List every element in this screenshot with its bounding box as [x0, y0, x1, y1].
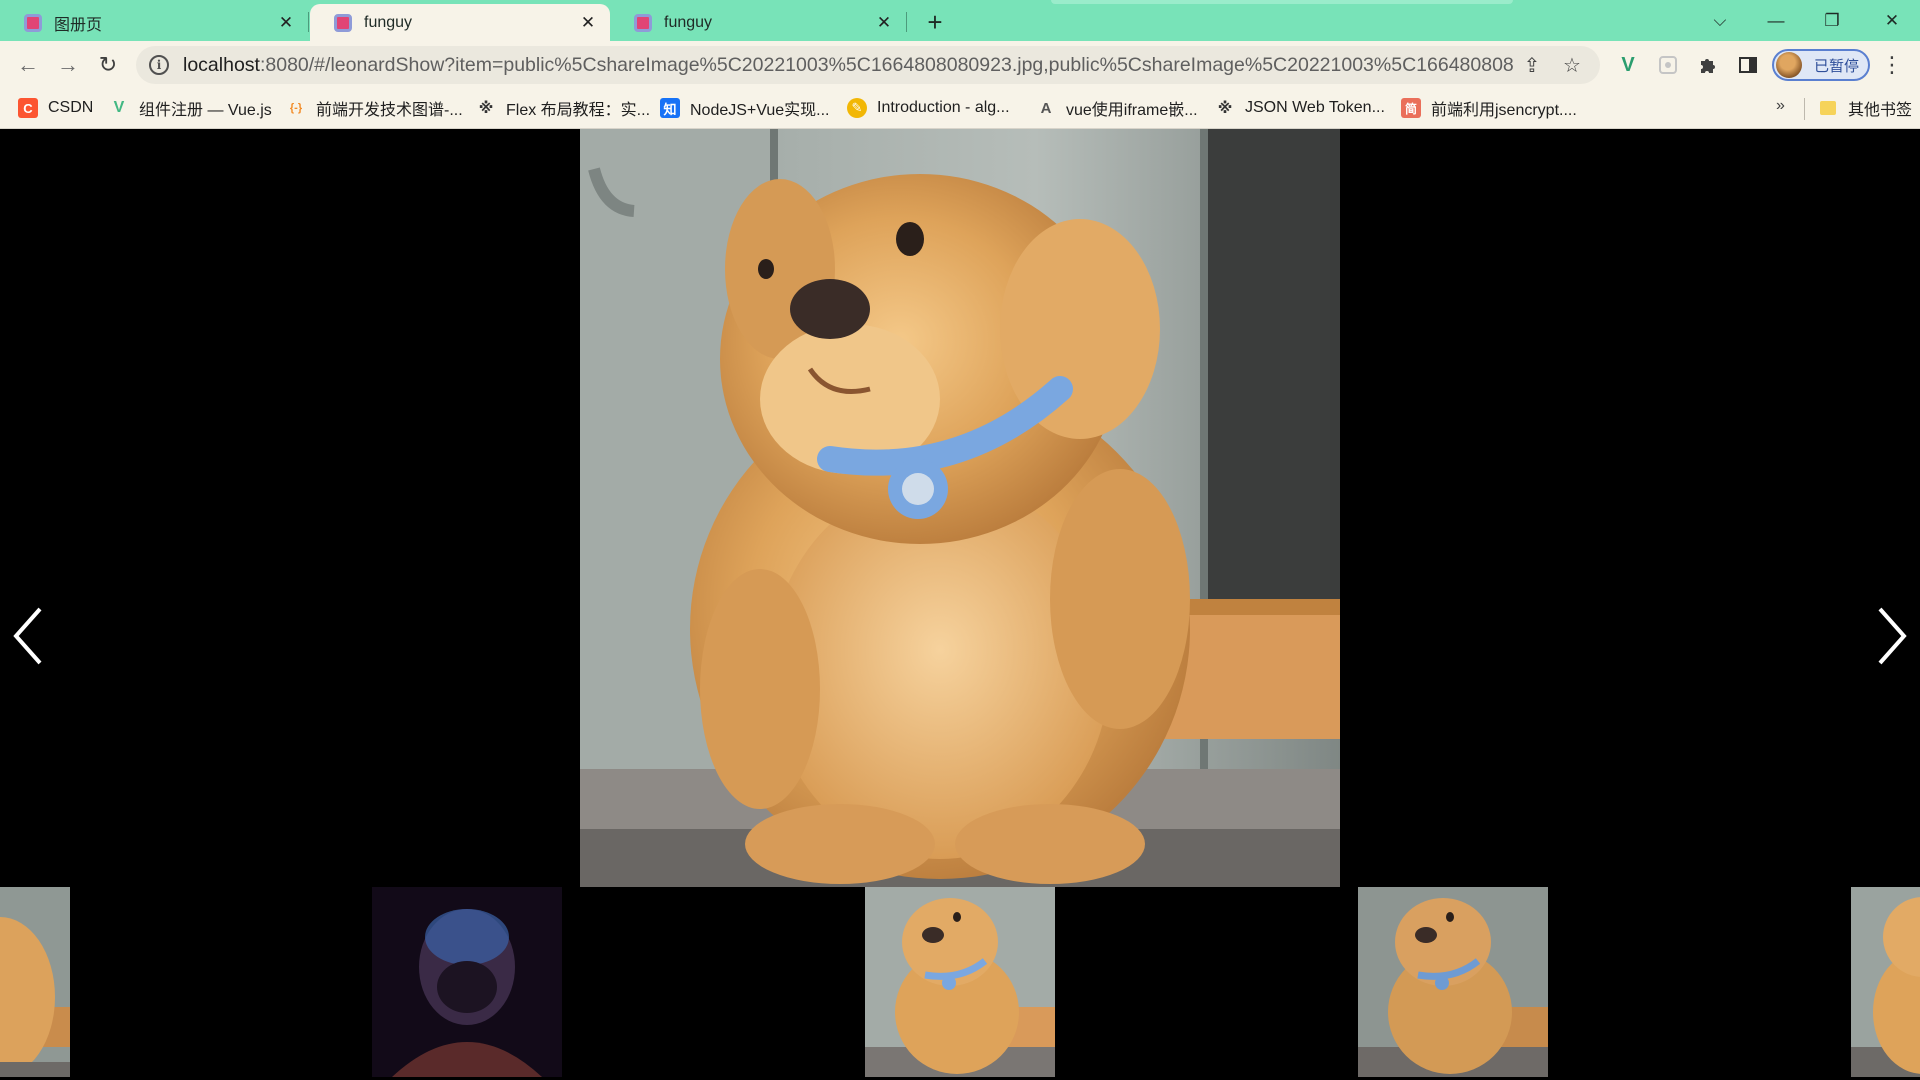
tab-close-icon[interactable]: ✕ [874, 13, 894, 33]
tab-album[interactable]: 图册页 ✕ [0, 4, 308, 41]
restore-button[interactable]: ❐ [1804, 0, 1860, 41]
bookmark-label: 前端开发技术图谱-... [316, 102, 463, 119]
thumbnail-1[interactable] [0, 887, 70, 1077]
bookmark-label: NodeJS+Vue实现... [690, 102, 830, 119]
tab-divider [308, 12, 309, 32]
thumbnail-3-current[interactable] [865, 887, 1055, 1077]
minimize-button[interactable]: — [1748, 0, 1804, 41]
thumbnail-dog-image [865, 887, 1055, 1077]
jianshu-icon: 简 [1401, 98, 1421, 118]
tab-search-dropdown-icon[interactable]: ⌵ [1692, 0, 1748, 41]
tab-title: funguy [364, 13, 413, 31]
tab-strip: 图册页 ✕ funguy ✕ funguy ✕ + ⌵ — ❐ ✕ [0, 0, 1920, 41]
tab-favicon-icon [634, 13, 652, 32]
thumbnail-dog-image [1851, 887, 1920, 1077]
avatar [1776, 52, 1802, 78]
bookmark-label: Introduction - alg... [877, 99, 1010, 116]
bookmark-zhihu-nodejs[interactable]: 知 NodeJS+Vue实现... [660, 95, 829, 121]
thumbnail-5[interactable] [1851, 887, 1920, 1077]
bookmark-label: 组件注册 — Vue.js [139, 102, 272, 119]
bookmarks-bar: C CSDN V 组件注册 — Vue.js {-} 前端开发技术图谱-... … [0, 89, 1920, 129]
blog-icon: ※ [478, 100, 494, 117]
bookmark-label: CSDN [48, 99, 94, 116]
csdn-icon: C [18, 98, 38, 118]
bookmark-label: JSON Web Token... [1245, 99, 1385, 116]
thumbnail-dog-image [0, 887, 70, 1077]
main-image [580, 129, 1340, 887]
tab-funguy-active[interactable]: funguy ✕ [310, 4, 610, 41]
bookmark-label: Flex 布局教程：实... [506, 102, 651, 119]
blog-icon: ※ [1217, 100, 1233, 117]
bookmark-label: vue使用iframe嵌... [1066, 102, 1198, 119]
site-info-icon[interactable]: i [149, 55, 169, 75]
bookmark-vue-component[interactable]: V 组件注册 — Vue.js [109, 95, 272, 121]
tab-title: 图册页 [54, 16, 103, 34]
tab-close-icon[interactable]: ✕ [276, 13, 296, 33]
code-bracket-icon: {-} [289, 102, 303, 114]
bookmark-label: 其他书签 [1848, 102, 1913, 119]
bookmark-frontend-map[interactable]: {-} 前端开发技术图谱-... [286, 95, 463, 121]
tab-funguy[interactable]: funguy ✕ [610, 4, 906, 41]
tab-favicon-icon [334, 13, 352, 32]
new-tab-button[interactable]: + [921, 7, 949, 37]
bookmark-jsencrypt[interactable]: 简 前端利用jsencrypt.... [1401, 95, 1577, 121]
more-bookmarks-chevron-icon[interactable]: » [1776, 97, 1785, 115]
forward-arrow-icon[interactable]: → [52, 49, 84, 81]
previous-chevron-icon[interactable] [10, 601, 50, 671]
side-panel-icon[interactable] [1734, 51, 1762, 79]
thumbnail-portrait-image [372, 887, 562, 1077]
bookmark-star-icon[interactable]: ☆ [1558, 51, 1586, 79]
reload-icon[interactable]: ↻ [92, 49, 124, 81]
plush-dog-image [580, 129, 1340, 887]
browser-toolbar: ← → ↻ i localhost:8080/#/leonardShow?ite… [0, 41, 1920, 89]
thumbnail-dog-image [1358, 887, 1548, 1077]
url-text[interactable]: localhost:8080/#/leonardShow?item=public… [183, 54, 1513, 77]
back-arrow-icon[interactable]: ← [12, 49, 44, 81]
vue-icon: V [113, 99, 125, 116]
profile-status-label: 已暂停 [1814, 57, 1860, 75]
address-bar[interactable]: i localhost:8080/#/leonardShow?item=publ… [136, 46, 1600, 84]
bookmarks-divider [1804, 98, 1805, 120]
extensions-puzzle-icon[interactable] [1694, 51, 1722, 79]
tab-title: funguy [664, 13, 713, 31]
image-viewer [0, 129, 1920, 1080]
profile-button[interactable]: 已暂停 [1772, 49, 1870, 81]
bookmark-introduction[interactable]: ✎ Introduction - alg... [847, 95, 1010, 121]
next-chevron-icon[interactable] [1870, 601, 1910, 671]
tab-close-icon[interactable]: ✕ [578, 13, 598, 33]
site-icon: A [1040, 99, 1052, 117]
thumbnail-strip [0, 887, 1920, 1077]
pencil-icon: ✎ [847, 98, 867, 118]
vue-devtools-icon[interactable]: V [1614, 51, 1642, 79]
chrome-menu-icon[interactable]: ⋮ [1878, 51, 1906, 79]
thumbnail-2[interactable] [372, 887, 562, 1077]
bookmark-label: 前端利用jsencrypt.... [1431, 102, 1577, 119]
url-host: localhost [183, 53, 260, 76]
share-icon[interactable]: ⇪ [1518, 51, 1546, 79]
thumbnail-4[interactable] [1358, 887, 1548, 1077]
zhihu-icon: 知 [660, 98, 680, 118]
bookmark-flex-tutorial[interactable]: ※ Flex 布局教程：实... [476, 95, 650, 121]
tab-favicon-icon [24, 13, 42, 32]
close-window-button[interactable]: ✕ [1864, 0, 1920, 41]
bookmark-vue-iframe[interactable]: A vue使用iframe嵌... [1036, 95, 1198, 121]
extension-icon[interactable] [1654, 51, 1682, 79]
bookmark-csdn[interactable]: C CSDN [18, 95, 93, 121]
tab-divider [906, 12, 907, 32]
tab-strip-highlight [1051, 0, 1513, 4]
url-path: :8080/#/leonardShow?item=public%5CshareI… [259, 53, 1513, 76]
other-bookmarks-folder[interactable]: 其他书签 [1820, 95, 1912, 121]
folder-icon [1820, 101, 1836, 115]
bookmark-jwt[interactable]: ※ JSON Web Token... [1215, 95, 1385, 121]
